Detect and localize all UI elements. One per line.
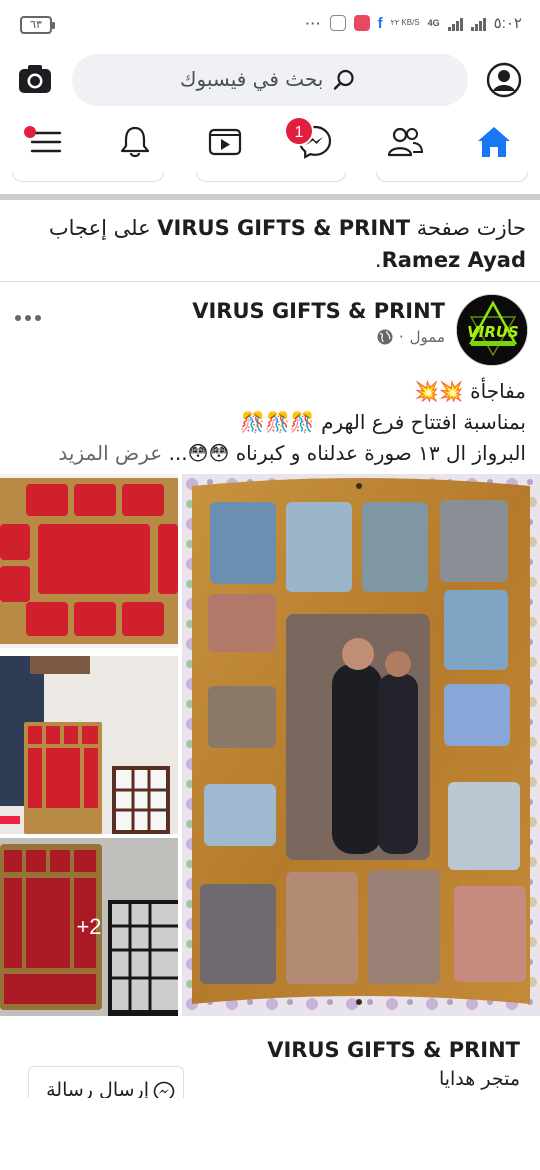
search-icon bbox=[333, 69, 354, 90]
separator-dot: · bbox=[398, 328, 404, 346]
main-photo[interactable] bbox=[182, 474, 540, 1016]
search-input[interactable]: بحث في فيسبوك bbox=[180, 67, 323, 91]
page-avatar[interactable]: VIRUS bbox=[456, 294, 528, 366]
stories-strip bbox=[0, 172, 540, 184]
post-text-line: بمناسبة افتتاح فرع الهرم 🎊🎊🎊 bbox=[240, 410, 526, 434]
profile-icon[interactable] bbox=[486, 62, 522, 98]
app-notification-icon bbox=[329, 15, 346, 31]
more-notifications-icon: ··· bbox=[305, 15, 322, 31]
liked-banner-prefix: حازت صفحة bbox=[416, 216, 526, 240]
more-photos-overlay[interactable]: +2 bbox=[0, 838, 178, 1016]
liked-banner-person[interactable]: Ramez Ayad bbox=[382, 248, 526, 272]
status-bar: ٦٣ ··· f ٢٢ KB/S 4G ٥:٠٢ bbox=[0, 0, 540, 52]
signal-icon bbox=[447, 15, 463, 31]
post-text: مفاجأة 💥💥 بمناسبة افتتاح فرع الهرم 🎊🎊🎊 ا… bbox=[14, 376, 526, 469]
liked-banner-end: . bbox=[374, 248, 382, 272]
more-photos-count: +2 bbox=[76, 914, 102, 939]
liked-banner-middle: على إعجاب bbox=[48, 216, 151, 240]
page-name[interactable]: VIRUS GIFTS & PRINT bbox=[192, 299, 445, 323]
story-card[interactable] bbox=[12, 172, 164, 182]
see-more-link[interactable]: عرض المزيد bbox=[58, 441, 162, 465]
liked-banner-page[interactable]: VIRUS GIFTS & PRINT bbox=[157, 216, 410, 240]
post-text-line-3: البرواز ال ١٣ صورة عدلناه و كبرناه 😳😳...… bbox=[14, 438, 526, 469]
cta-page-name[interactable]: VIRUS GIFTS & PRINT bbox=[267, 1038, 520, 1062]
tab-bar bbox=[0, 114, 540, 172]
friends-icon[interactable] bbox=[385, 122, 425, 162]
app-notification-icon bbox=[353, 15, 370, 31]
camera-icon[interactable] bbox=[18, 64, 52, 94]
post-text-line: مفاجأة 💥💥 bbox=[413, 379, 526, 403]
globe-icon bbox=[377, 329, 393, 345]
more-options-icon[interactable] bbox=[14, 308, 44, 328]
sponsored-label[interactable]: ممول bbox=[410, 328, 445, 346]
divider bbox=[0, 194, 540, 200]
messenger-badge: 1 bbox=[284, 116, 314, 146]
signal-icon bbox=[470, 15, 486, 31]
thumbnail-photo[interactable]: +2 bbox=[0, 838, 178, 1016]
story-card[interactable] bbox=[376, 172, 528, 182]
avatar-logo-text: VIRUS bbox=[467, 323, 519, 341]
video-icon[interactable] bbox=[205, 122, 245, 162]
liked-banner: حازت صفحة VIRUS GIFTS & PRINT على إعجاب … bbox=[0, 206, 540, 280]
bottom-blank-area bbox=[0, 1098, 540, 1170]
divider bbox=[0, 281, 540, 282]
post-text-line: البرواز ال ١٣ صورة عدلناه و كبرناه 😳😳... bbox=[168, 441, 526, 465]
app-header: بحث في فيسبوك bbox=[0, 52, 540, 108]
clock: ٥:٠٢ bbox=[493, 15, 522, 32]
menu-notification-dot bbox=[24, 126, 36, 138]
thumbnail-photo[interactable] bbox=[0, 474, 178, 652]
network-speed: ٢٢ KB/S bbox=[390, 18, 420, 27]
cta-category: متجر هدايا bbox=[438, 1068, 520, 1090]
status-icons: ··· f ٢٢ KB/S 4G ٥:٠٢ bbox=[305, 14, 522, 33]
thumbnail-photo[interactable] bbox=[0, 656, 178, 834]
sponsored-row: ممول · bbox=[377, 328, 445, 346]
network-type: 4G bbox=[427, 18, 440, 28]
search-bar[interactable]: بحث في فيسبوك bbox=[72, 54, 468, 106]
bell-icon[interactable] bbox=[115, 122, 155, 162]
facebook-notification-icon: f bbox=[377, 14, 383, 32]
story-card[interactable] bbox=[196, 172, 346, 182]
post-photos: +2 bbox=[0, 474, 540, 1016]
battery-icon: ٦٣ bbox=[20, 16, 55, 34]
home-icon[interactable] bbox=[474, 122, 514, 162]
